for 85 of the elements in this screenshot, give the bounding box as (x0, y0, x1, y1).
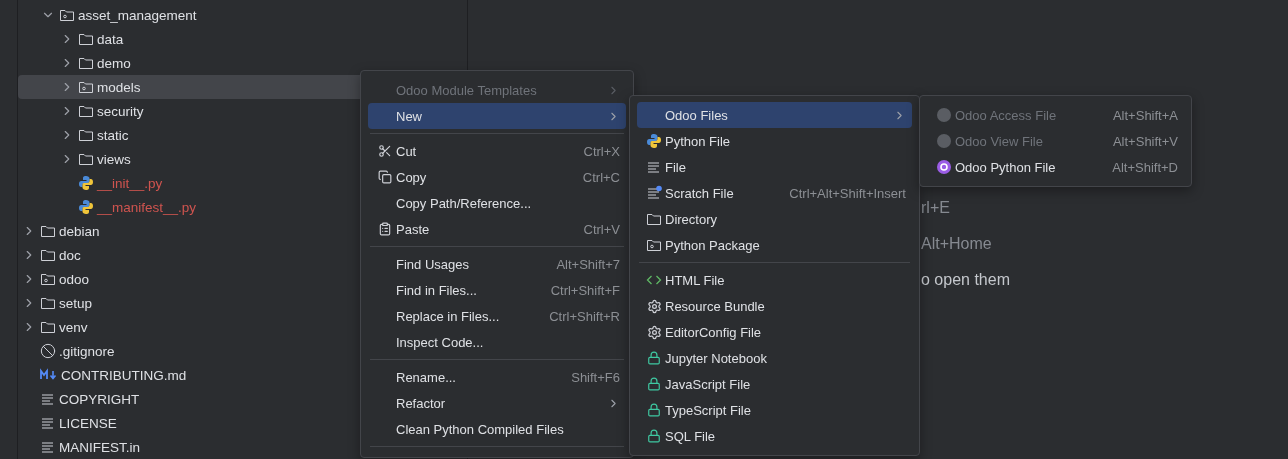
tree-item-label: MANIFEST.in (59, 439, 140, 455)
tree-item-label: __init__.py (97, 175, 163, 191)
editor-hint: Alt+Home (921, 234, 992, 254)
tree-item-label: security (97, 103, 144, 119)
menu-item[interactable]: SQL File (637, 423, 912, 449)
menu-item[interactable]: Resource Bundle (637, 293, 912, 319)
lock-icon (647, 403, 661, 417)
menu-item[interactable]: Scratch File Ctrl+Alt+Shift+Insert (637, 180, 912, 206)
radio-icon (936, 133, 952, 149)
tree-item-label: doc (59, 247, 81, 263)
lock-icon (647, 377, 661, 391)
gear-icon (646, 298, 662, 314)
text-file-icon (40, 415, 56, 431)
folder-icon (78, 103, 94, 119)
tree-row[interactable]: demo (18, 51, 467, 75)
radio-icon (936, 159, 952, 175)
menu-item[interactable]: Copy Ctrl+C (368, 164, 626, 190)
menu-item[interactable]: Python File (637, 128, 912, 154)
menu-item[interactable]: Inspect Code... (368, 329, 626, 355)
lock-icon (647, 351, 661, 365)
tree-item-label: __manifest__.py (97, 199, 197, 215)
tree-item-label: demo (97, 55, 131, 71)
python-icon (646, 133, 662, 149)
package-folder-icon (59, 7, 75, 23)
menu-item[interactable]: Odoo Files (637, 102, 912, 128)
tree-item-label: asset_management (78, 7, 197, 23)
scratch-file-icon (646, 185, 662, 201)
tree-item-label: data (97, 31, 124, 47)
folder-icon (646, 211, 662, 227)
menu-item[interactable]: Copy Path/Reference... (368, 190, 626, 216)
tree-item-label: CONTRIBUTING.md (61, 367, 187, 383)
gear-icon (646, 324, 662, 340)
folder-icon (78, 151, 94, 167)
copy-icon (378, 170, 392, 184)
folder-icon (78, 55, 94, 71)
tree-item-label: odoo (59, 271, 90, 287)
tree-row[interactable]: data (18, 27, 467, 51)
menu-item[interactable]: TypeScript File (637, 397, 912, 423)
folder-icon (78, 31, 94, 47)
menu-item[interactable]: Refactor (368, 390, 626, 416)
tree-item-label: LICENSE (59, 415, 117, 431)
menu-item[interactable]: JavaScript File (637, 371, 912, 397)
radio-icon (936, 107, 952, 123)
ignore-file-icon (40, 343, 56, 359)
text-file-icon (40, 391, 56, 407)
editor-hint: rl+E (921, 198, 950, 218)
menu-item[interactable]: Clean Python Compiled Files (368, 416, 626, 442)
menu-item[interactable]: Replace in Files... Ctrl+Shift+R (368, 303, 626, 329)
menu-item[interactable]: File (637, 154, 912, 180)
menu-item[interactable]: Rename... Shift+F6 (368, 364, 626, 390)
text-file-icon (40, 439, 56, 455)
menu-item[interactable]: Directory (637, 206, 912, 232)
package-folder-icon (646, 237, 662, 253)
tree-item-label: setup (59, 295, 93, 311)
folder-icon (78, 127, 94, 143)
scissors-icon (378, 144, 392, 158)
package-folder-icon (40, 271, 56, 287)
menu-item[interactable]: Find Usages Alt+Shift+7 (368, 251, 626, 277)
python-icon (78, 175, 94, 191)
tree-item-label: views (97, 151, 131, 167)
clipboard-icon (378, 222, 392, 236)
text-file-icon (646, 159, 662, 175)
package-folder-icon (78, 79, 94, 95)
tree-item-label: venv (59, 319, 88, 335)
editor-hint: o open them (921, 270, 1010, 290)
menu-item[interactable]: HTML File (637, 267, 912, 293)
menu-item[interactable]: EditorConfig File (637, 319, 912, 345)
menu-item[interactable]: Jupyter Notebook (637, 345, 912, 371)
folder-icon (40, 247, 56, 263)
menu-item[interactable]: Find in Files... Ctrl+Shift+F (368, 277, 626, 303)
tree-item-label: models (97, 79, 141, 95)
folder-icon (40, 295, 56, 311)
folder-icon (40, 223, 56, 239)
tree-item-label: COPYRIGHT (59, 391, 140, 407)
tree-row[interactable]: asset_management (18, 3, 467, 27)
tree-item-label: static (97, 127, 129, 143)
python-icon (78, 199, 94, 215)
menu-item[interactable]: Odoo Python File Alt+Shift+D (927, 154, 1184, 180)
tree-item-label: debian (59, 223, 100, 239)
menu-item[interactable]: Paste Ctrl+V (368, 216, 626, 242)
menu-item[interactable]: New (368, 103, 626, 129)
folder-icon (40, 319, 56, 335)
tree-item-label: .gitignore (59, 343, 115, 359)
lock-icon (647, 429, 661, 443)
menu-item[interactable]: Python Package (637, 232, 912, 258)
